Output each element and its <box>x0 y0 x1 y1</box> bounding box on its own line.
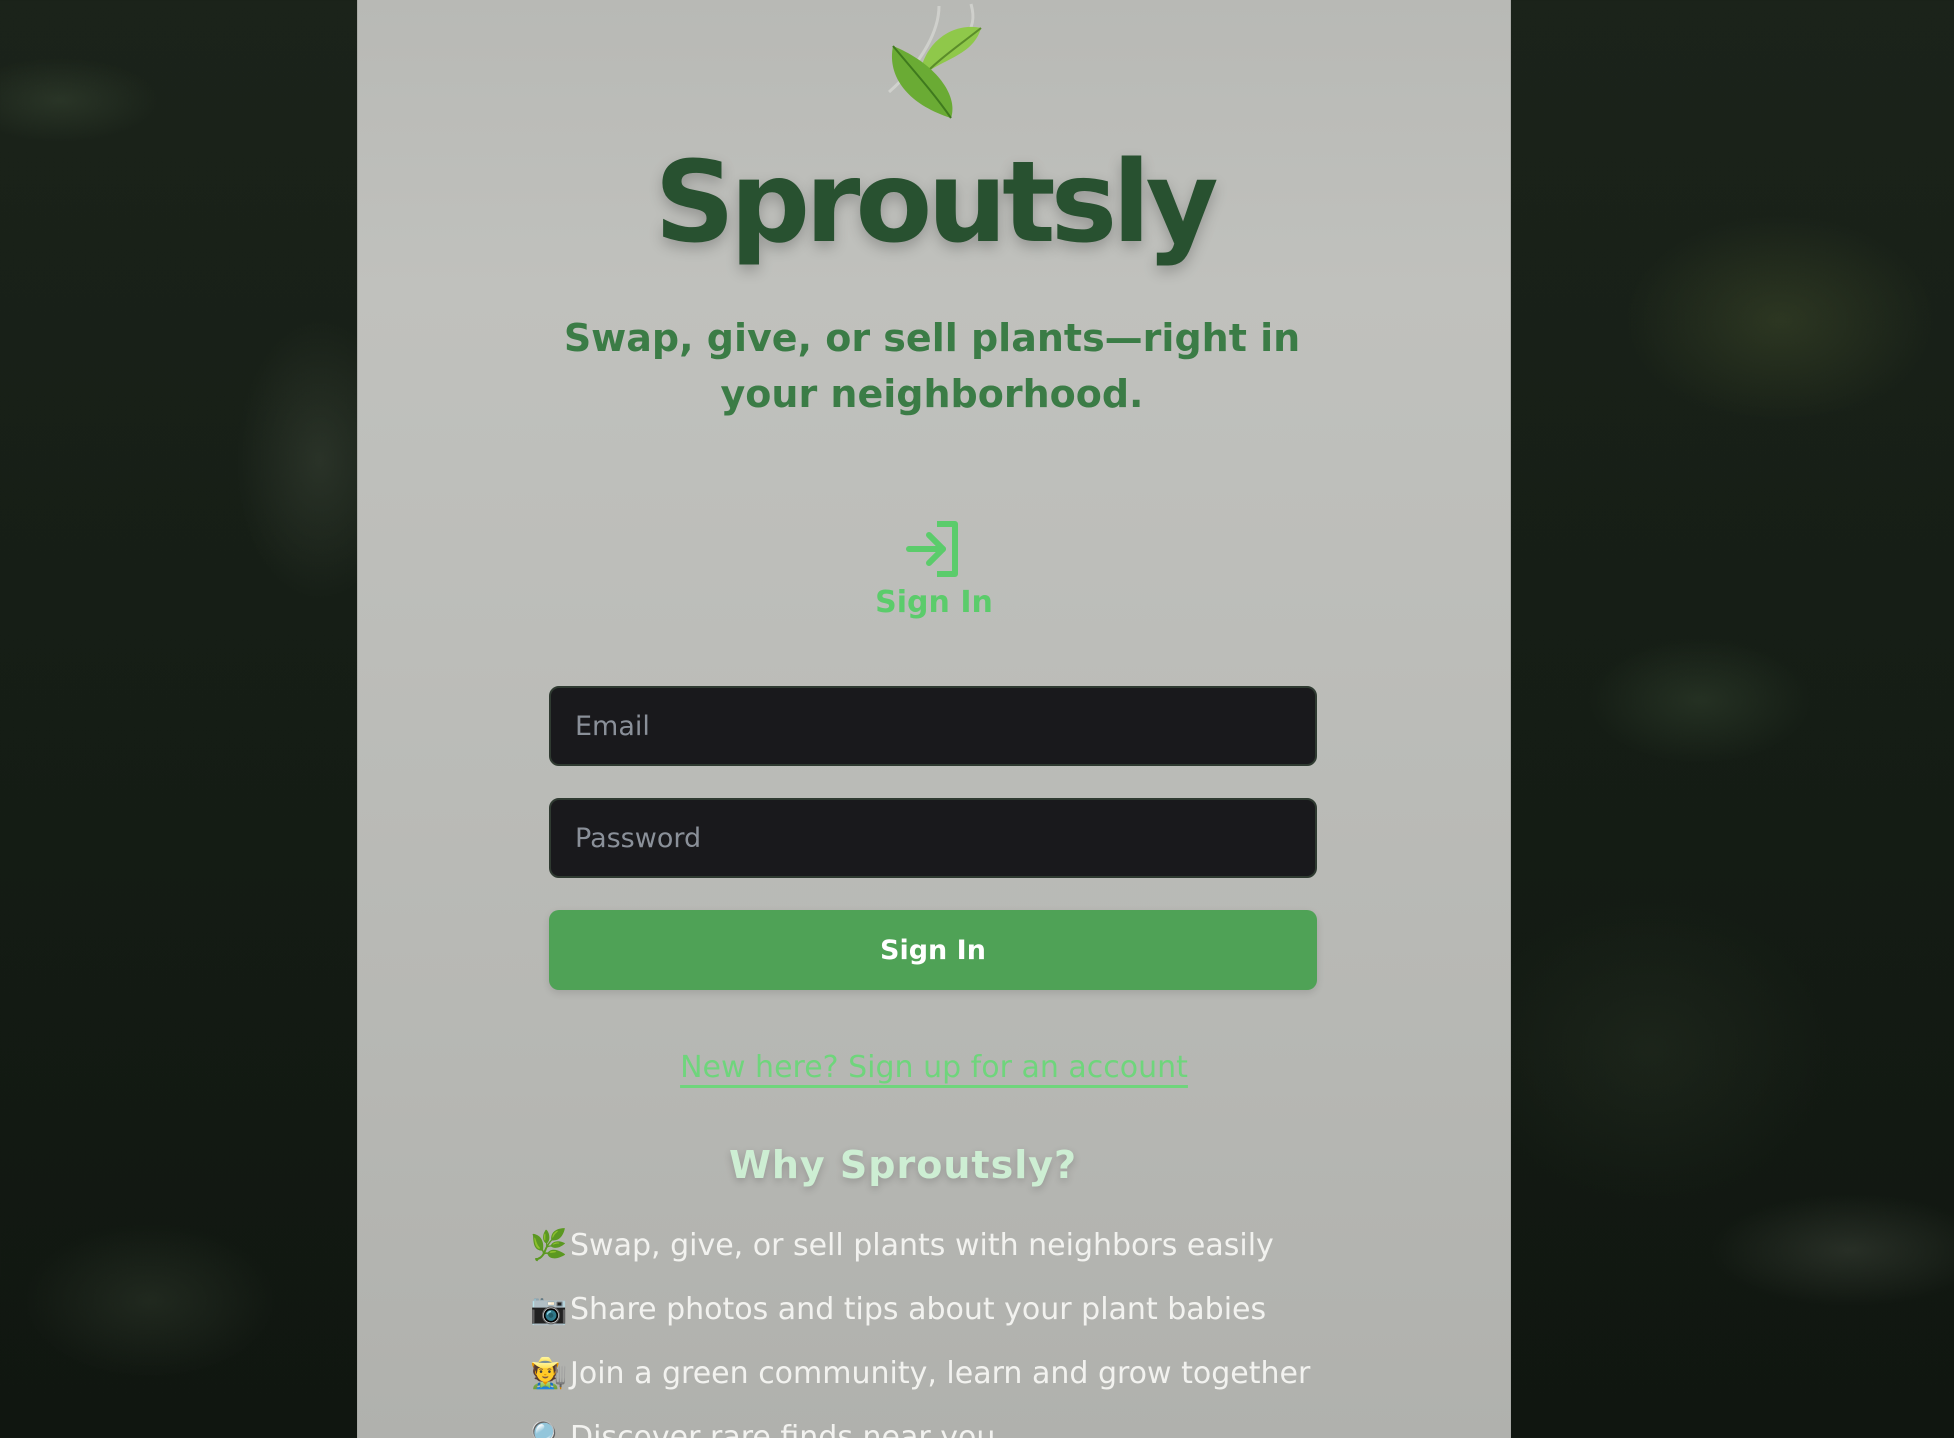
sign-in-icon <box>906 521 958 577</box>
list-item: 🌿Swap, give, or sell plants with neighbo… <box>530 1222 1310 1286</box>
sign-up-link[interactable]: New here? Sign up for an account <box>0 1050 1868 1085</box>
app-title: Sproutsly <box>654 138 1218 268</box>
email-field[interactable] <box>549 686 1317 766</box>
list-item: 🔍Discover rare finds near you <box>530 1414 1310 1438</box>
sign-in-button[interactable]: Sign In <box>549 910 1317 990</box>
feature-text: Swap, give, or sell plants with neighbor… <box>570 1228 1274 1263</box>
camera-icon: 📷 <box>530 1292 568 1327</box>
list-item: 🧑‍🌾Join a green community, learn and gro… <box>530 1350 1310 1414</box>
list-item: 📷Share photos and tips about your plant … <box>530 1286 1310 1350</box>
leaves-icon <box>888 3 982 119</box>
magnifier-icon: 🔍 <box>530 1420 568 1438</box>
farmer-icon: 🧑‍🌾 <box>530 1356 568 1391</box>
feature-text: Discover rare finds near you <box>570 1420 996 1438</box>
password-field[interactable] <box>549 798 1317 878</box>
feature-text: Join a green community, learn and grow t… <box>570 1356 1311 1391</box>
sign-in-heading: Sign In <box>875 585 993 620</box>
why-heading: Why Sproutsly? <box>728 1143 1078 1187</box>
feature-list: 🌿Swap, give, or sell plants with neighbo… <box>530 1222 1310 1438</box>
app-tagline: Swap, give, or sell plants—right in your… <box>563 316 1301 416</box>
feature-text: Share photos and tips about your plant b… <box>570 1292 1267 1327</box>
herb-icon: 🌿 <box>530 1228 568 1263</box>
